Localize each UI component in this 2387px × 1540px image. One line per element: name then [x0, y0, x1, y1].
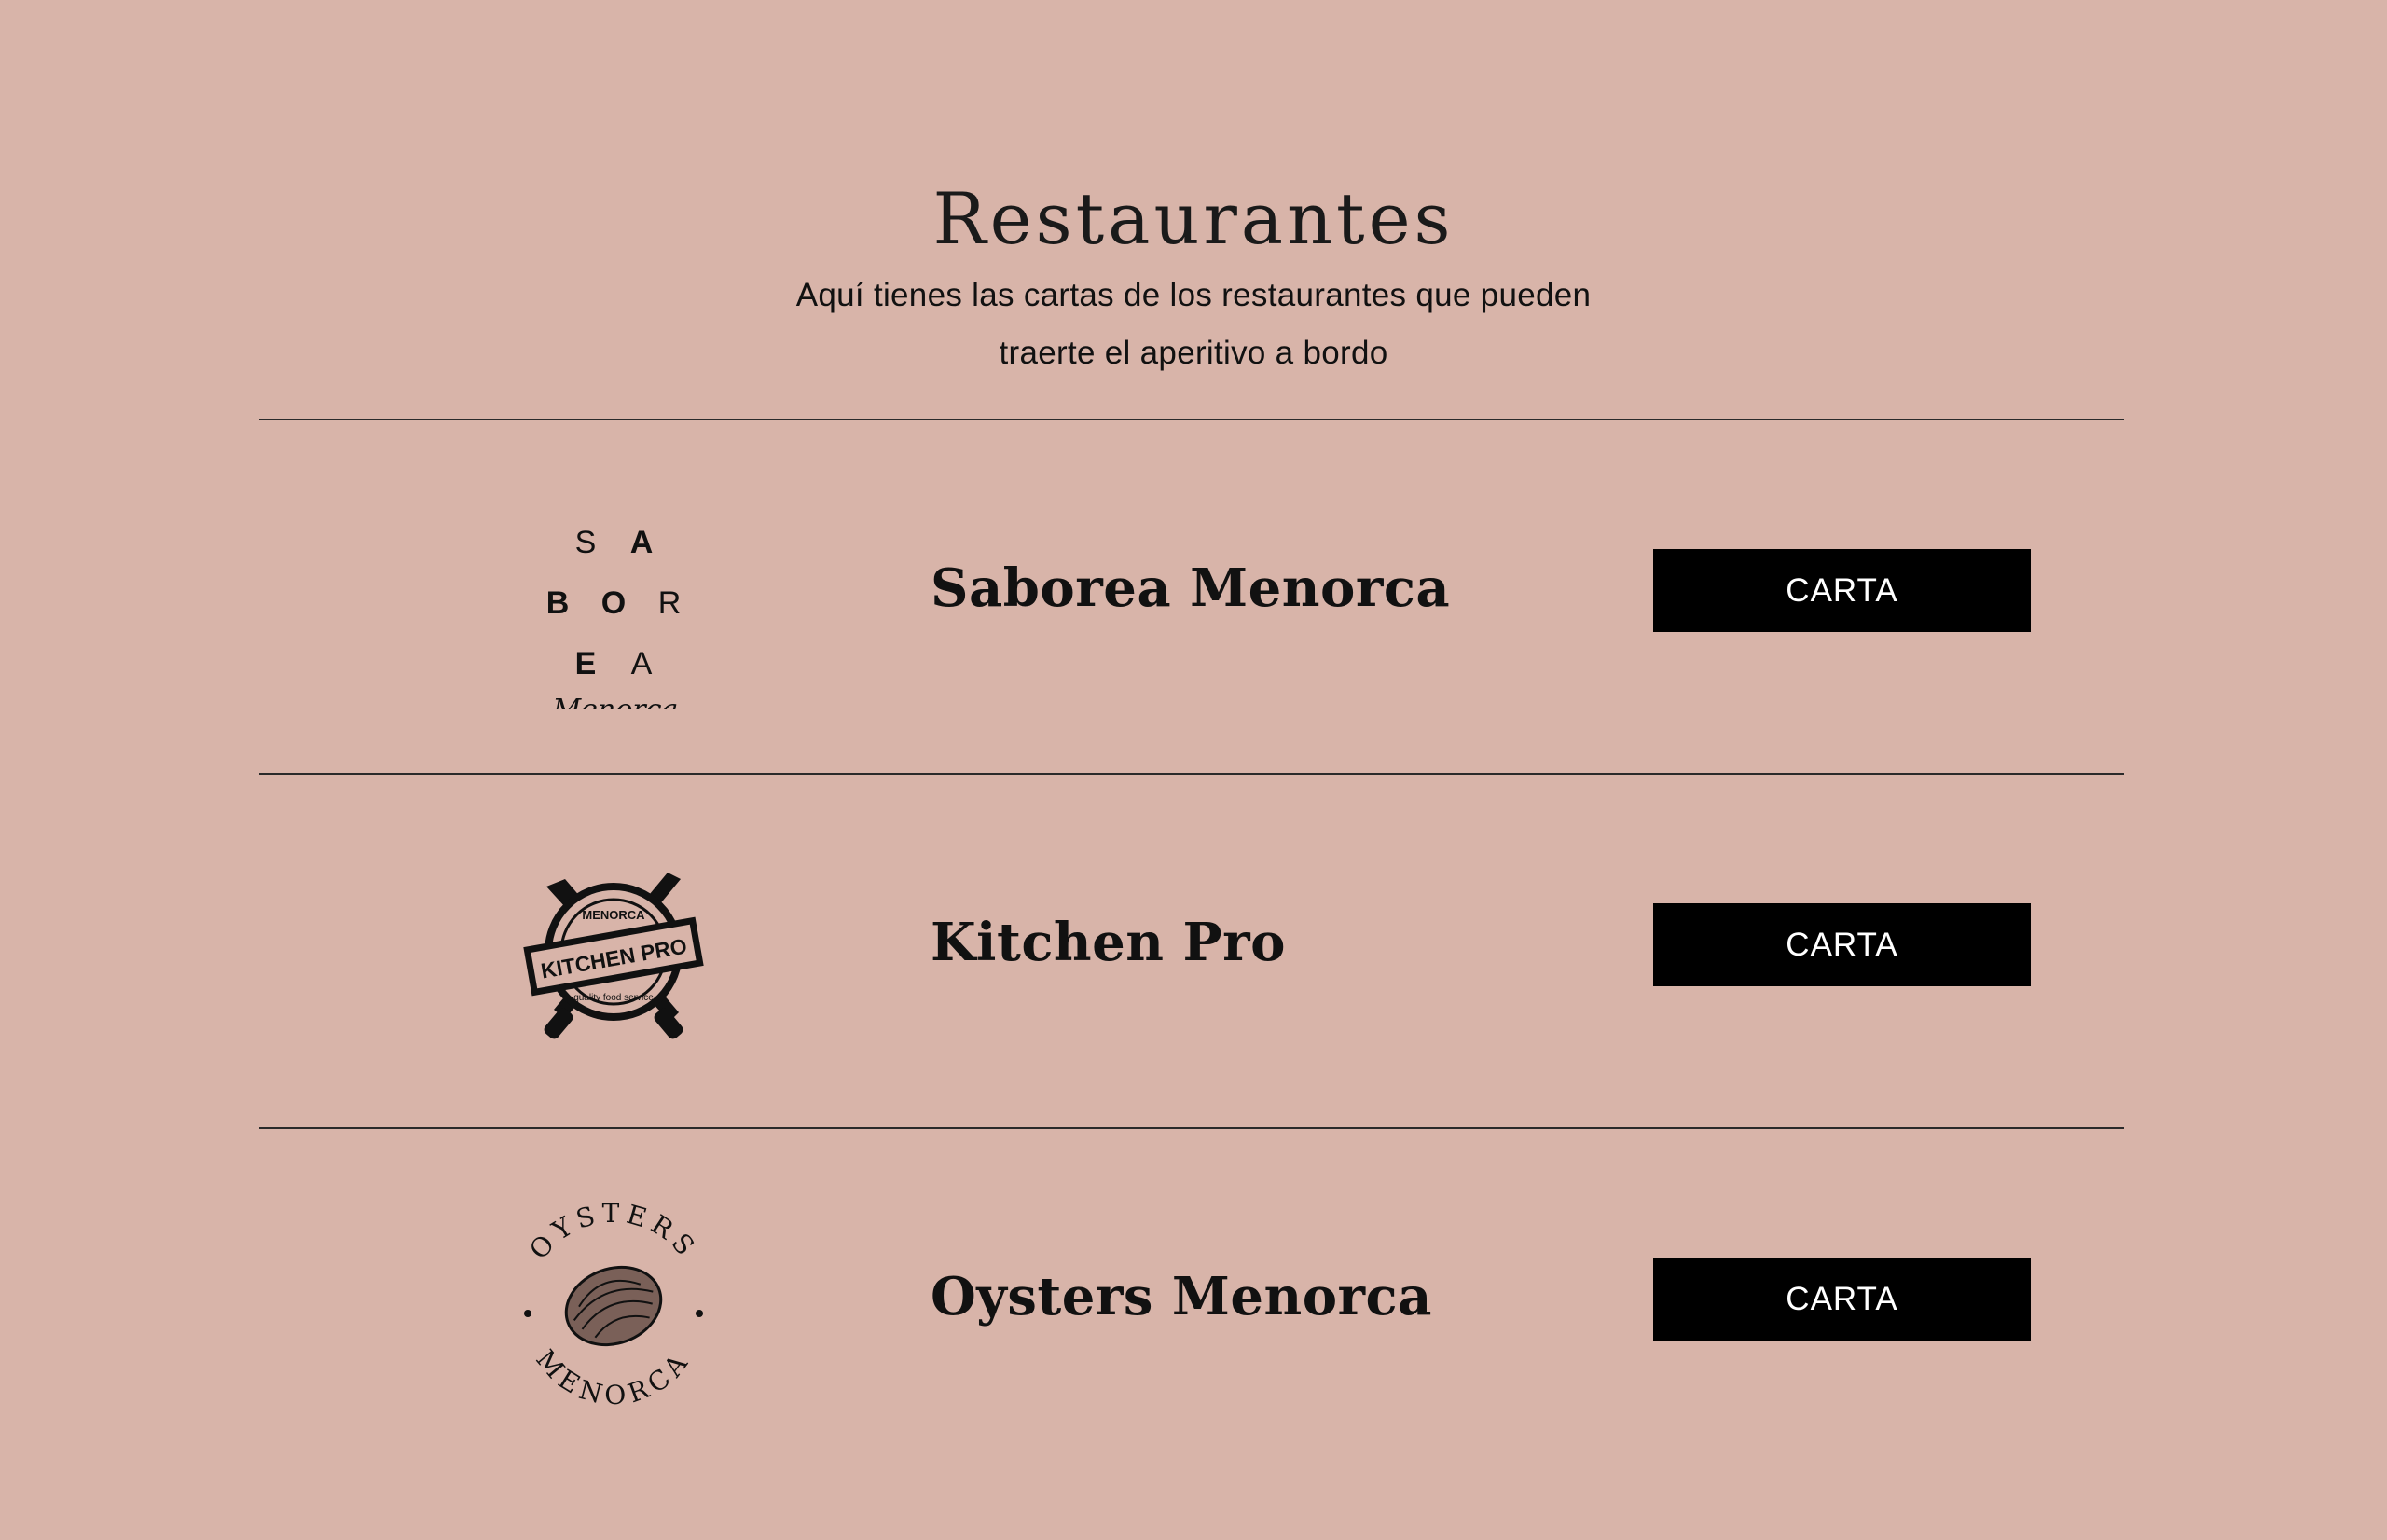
svg-text:MENORCA: MENORCA — [582, 908, 645, 922]
restaurant-row-oysters: OYSTERS MENORCA Oysters Menorca CARTA — [259, 1129, 2124, 1481]
oysters-logo-icon: OYSTERS MENORCA — [492, 1176, 735, 1418]
kitchen-pro-logo-icon: MENORCA KITCHEN PRO quality food service — [492, 821, 735, 1064]
carta-button-oysters[interactable]: CARTA — [1653, 1258, 2031, 1341]
page-subtitle: Aquí tienes las cartas de los restaurant… — [727, 267, 1660, 382]
page-title: Restaurantes — [932, 177, 1455, 260]
svg-text:R: R — [658, 585, 682, 621]
svg-text:quality food service: quality food service — [573, 993, 654, 1003]
subtitle-line-2: traerte el aperitivo a bordo — [999, 335, 1388, 371]
carta-button-saborea[interactable]: CARTA — [1653, 549, 2031, 632]
restaurant-name: Kitchen Pro — [931, 912, 1286, 973]
saborea-logo-icon: S A B O R E A Menorca — [492, 467, 735, 709]
svg-text:A: A — [631, 646, 653, 681]
carta-button-kitchen-pro[interactable]: CARTA — [1653, 903, 2031, 986]
svg-text:O: O — [601, 585, 626, 621]
restaurant-row-saborea: S A B O R E A Menorca Saborea Menorca CA… — [259, 420, 2124, 773]
restaurant-name: Oysters Menorca — [931, 1266, 1432, 1327]
svg-text:B: B — [546, 585, 570, 621]
svg-text:S: S — [575, 525, 597, 560]
svg-text:Menorca: Menorca — [552, 694, 679, 709]
restaurant-row-kitchen-pro: MENORCA KITCHEN PRO quality food service… — [259, 775, 2124, 1127]
svg-text:OYSTERS: OYSTERS — [523, 1198, 704, 1265]
svg-text:MENORCA: MENORCA — [530, 1344, 697, 1411]
svg-text:E: E — [575, 646, 597, 681]
restaurant-name: Saborea Menorca — [931, 557, 1451, 619]
subtitle-line-1: Aquí tienes las cartas de los restaurant… — [795, 277, 1592, 313]
svg-text:A: A — [630, 525, 654, 560]
